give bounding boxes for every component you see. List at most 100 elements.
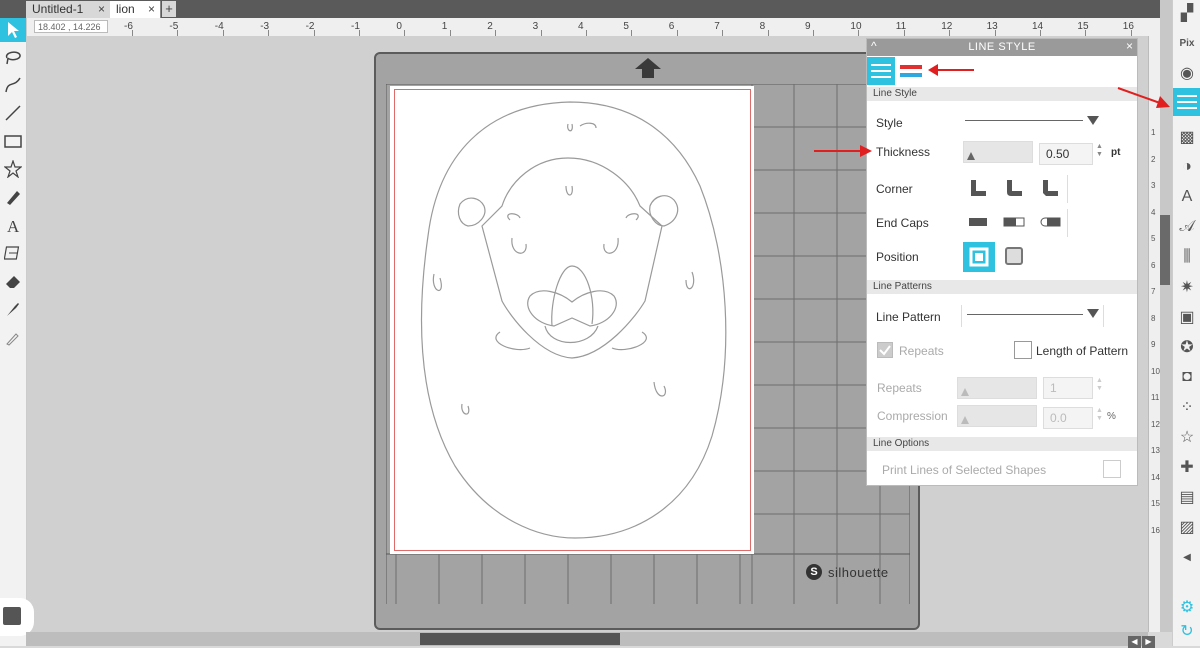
print-lines-checkbox[interactable] bbox=[1103, 460, 1121, 478]
ruler-tick-label: 7 bbox=[1151, 287, 1156, 296]
compression-label: Compression bbox=[877, 409, 948, 423]
text-to-path-icon[interactable]: 𝒜 bbox=[1176, 216, 1198, 238]
compression-slider[interactable] bbox=[957, 405, 1037, 427]
length-of-pattern-checkbox[interactable] bbox=[1014, 341, 1032, 359]
align-icon[interactable]: ⫼ bbox=[1176, 246, 1198, 268]
line-style-icon bbox=[1177, 95, 1197, 109]
section-line-options: Line Options bbox=[867, 437, 1137, 451]
hatch-icon[interactable]: ▨ bbox=[1176, 516, 1198, 538]
right-ear bbox=[649, 195, 679, 227]
close-icon[interactable]: × bbox=[148, 2, 155, 16]
sketch-icon bbox=[4, 246, 20, 260]
sync-icon[interactable]: ↻ bbox=[1176, 620, 1198, 642]
sketch-panel-icon[interactable]: ☆ bbox=[1176, 426, 1198, 448]
style-label: Style bbox=[876, 116, 903, 130]
end-cap-butt-button[interactable] bbox=[965, 211, 991, 233]
offset-icon[interactable]: ◘ bbox=[1176, 366, 1198, 388]
stepper-icon[interactable]: ▲ ▼ bbox=[1096, 377, 1104, 393]
slider-knob[interactable] bbox=[961, 416, 969, 424]
compression-input[interactable]: 0.0 bbox=[1043, 407, 1093, 429]
stepper-icon[interactable]: ▲ ▼ bbox=[1096, 407, 1104, 423]
eyedropper-tool[interactable] bbox=[2, 326, 24, 348]
fill-pattern-icon[interactable]: ▩ bbox=[1176, 126, 1198, 148]
nesting-icon[interactable]: ▤ bbox=[1176, 486, 1198, 508]
slider-knob[interactable] bbox=[967, 152, 975, 160]
page-setup-icon[interactable]: ▞ bbox=[1176, 2, 1198, 24]
horizontal-scroll-thumb[interactable] bbox=[420, 633, 620, 645]
left-ear bbox=[457, 197, 486, 227]
end-cap-round-button[interactable] bbox=[1037, 211, 1063, 233]
send-panel-button[interactable] bbox=[0, 598, 34, 636]
line-pattern-dropdown[interactable] bbox=[967, 314, 1083, 315]
position-center-icon bbox=[969, 247, 989, 267]
eraser-tool[interactable] bbox=[2, 270, 24, 292]
repeats-input[interactable]: 1 bbox=[1043, 377, 1093, 399]
curve-tool[interactable] bbox=[2, 74, 24, 96]
puzzle-icon[interactable]: ✚ bbox=[1176, 456, 1198, 478]
corner-round-button[interactable] bbox=[1001, 177, 1027, 199]
add-tab-button[interactable]: + bbox=[162, 1, 176, 17]
corner-miter-icon bbox=[971, 180, 986, 196]
ruler-tick-label: 1 bbox=[441, 21, 448, 32]
select-tool[interactable] bbox=[0, 18, 26, 42]
scroll-left-icon[interactable]: ◀ bbox=[1128, 636, 1141, 648]
close-icon[interactable]: × bbox=[98, 2, 105, 16]
ruler-tick-label: 15 bbox=[1077, 21, 1089, 32]
gear-icon[interactable]: ⚙ bbox=[1176, 596, 1198, 618]
sketch-tool[interactable] bbox=[2, 242, 24, 264]
rectangle-tool[interactable] bbox=[2, 130, 24, 152]
text-tool[interactable]: A bbox=[2, 214, 24, 236]
line-tool[interactable] bbox=[2, 102, 24, 124]
muzzle bbox=[527, 290, 617, 327]
trace-icon[interactable]: ⁘ bbox=[1176, 396, 1198, 418]
corner-bevel-button[interactable] bbox=[1037, 177, 1063, 199]
collapse-arrow-icon[interactable]: ◀ bbox=[1176, 546, 1198, 568]
scroll-right-icon[interactable]: ▶ bbox=[1142, 636, 1155, 648]
text-style-icon[interactable]: A bbox=[1176, 186, 1198, 208]
tab-untitled-1[interactable]: Untitled-1 × bbox=[26, 1, 111, 18]
chevron-down-icon[interactable] bbox=[1087, 309, 1099, 318]
modify-icon[interactable]: ✪ bbox=[1176, 336, 1198, 358]
ruler-tick-label: 15 bbox=[1151, 499, 1160, 508]
stepper-icon[interactable]: ▲ ▼ bbox=[1096, 143, 1104, 159]
slider-knob[interactable] bbox=[961, 388, 969, 396]
right-toolbar: ▞ Pix ◉ ▩ ◑ A 𝒜 ⫼ ✷ ▣ ✪ ◘ ⁘ ☆ ✚ ▤ ▨ ◀ ⚙ … bbox=[1172, 0, 1200, 646]
section-line-style: Line Style bbox=[867, 87, 1137, 101]
line-style-panel-icon[interactable] bbox=[1173, 88, 1200, 116]
panel-header: ^ LINE STYLE × bbox=[867, 39, 1137, 56]
annotation-arrow-icon bbox=[928, 64, 974, 76]
replicate-icon[interactable]: ▣ bbox=[1176, 306, 1198, 328]
position-inside-button[interactable] bbox=[1001, 245, 1027, 267]
tab-line-color[interactable] bbox=[897, 57, 925, 85]
rectangle-icon bbox=[4, 135, 22, 148]
fill-panel-icon[interactable]: ◉ bbox=[1176, 62, 1198, 84]
image-effects-icon[interactable]: ◑ bbox=[1176, 156, 1198, 178]
end-cap-square-button[interactable] bbox=[1001, 211, 1027, 233]
thickness-slider[interactable] bbox=[963, 141, 1033, 163]
ruler-tick-label: 2 bbox=[1151, 154, 1156, 164]
nose-bridge bbox=[551, 265, 594, 327]
point-edit-tool[interactable] bbox=[2, 46, 24, 68]
position-center-button[interactable] bbox=[963, 242, 995, 272]
style-dropdown[interactable] bbox=[965, 120, 1083, 121]
chevron-down-icon[interactable] bbox=[1087, 116, 1099, 125]
tab-lion[interactable]: lion × bbox=[110, 1, 161, 18]
close-icon[interactable]: × bbox=[1126, 39, 1133, 53]
check-icon bbox=[879, 345, 891, 356]
lion-design[interactable] bbox=[390, 86, 754, 554]
polygon-tool[interactable] bbox=[2, 158, 24, 180]
line-pattern-label: Line Pattern bbox=[876, 310, 941, 324]
transform-icon[interactable]: ✷ bbox=[1176, 276, 1198, 298]
ruler-tick-label: 13 bbox=[1151, 446, 1160, 455]
knife-tool[interactable] bbox=[2, 298, 24, 320]
thickness-input[interactable]: 0.50 bbox=[1039, 143, 1093, 165]
repeats-checkbox[interactable] bbox=[877, 342, 893, 358]
pixscan-icon[interactable]: Pix bbox=[1176, 32, 1198, 54]
repeats-slider[interactable] bbox=[957, 377, 1037, 399]
length-of-pattern-label: Length of Pattern bbox=[1036, 344, 1129, 358]
corner-miter-button[interactable] bbox=[965, 177, 991, 199]
mane-mark-5 bbox=[461, 403, 470, 415]
draw-tool[interactable] bbox=[2, 186, 24, 208]
tab-line-style[interactable] bbox=[867, 57, 895, 85]
vertical-scroll-thumb[interactable] bbox=[1160, 215, 1170, 285]
